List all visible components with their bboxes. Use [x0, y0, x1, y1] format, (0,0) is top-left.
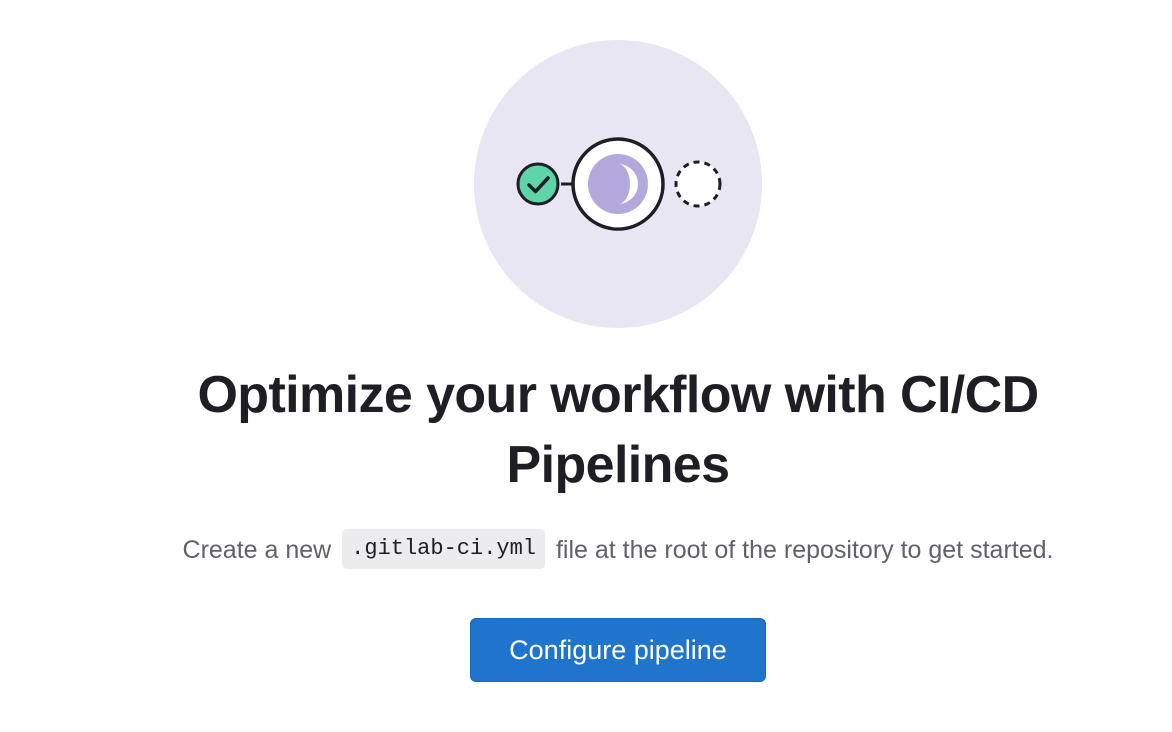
pipelines-empty-state: Optimize your workflow with CI/CD Pipeli… — [0, 0, 1172, 732]
description-text-after: file at the root of the repository to ge… — [555, 536, 1054, 564]
gitlab-ci-filename-code: .gitlab-ci.yml — [342, 529, 546, 570]
title-line-1: Optimize your workflow with CI/CD — [197, 366, 1039, 424]
running-status-icon — [571, 137, 665, 231]
description-text-before: Create a new — [182, 536, 332, 564]
page-title: Optimize your workflow with CI/CD Pipeli… — [0, 360, 1172, 500]
empty-state-description: Create a new .gitlab-ci.yml file at the … — [0, 528, 1172, 572]
pipeline-illustration-icon — [474, 40, 762, 328]
pipeline-illustration — [474, 40, 762, 328]
configure-pipeline-button[interactable]: Configure pipeline — [470, 618, 766, 682]
title-line-2: Pipelines — [506, 436, 731, 494]
pending-dashed-icon — [674, 160, 722, 208]
success-check-icon — [516, 162, 560, 206]
